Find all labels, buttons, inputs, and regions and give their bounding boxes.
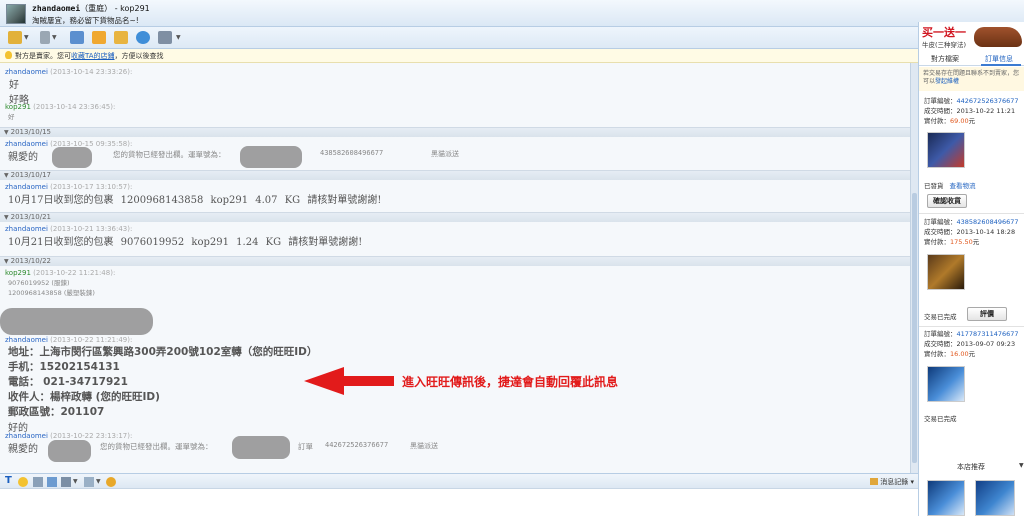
redacted-block <box>48 440 91 462</box>
microphone-icon[interactable] <box>40 31 50 44</box>
review-button[interactable]: 評價 <box>967 307 1007 321</box>
chevron-down-icon[interactable]: ▼ <box>24 34 29 41</box>
recommend-thumbnail[interactable] <box>975 480 1015 516</box>
message: zhandaomei (2013-10-17 13:10:57): 10月17日… <box>5 183 382 206</box>
redacted-block <box>240 146 302 168</box>
notice-bar: 對方是賣家。您可收藏TA的店鋪，方便以後查找 <box>0 49 918 63</box>
view-logistics-link[interactable]: 查看物流 <box>950 182 976 190</box>
order-info: 訂單編號：442672526376677 成交時間：2013-10-22 11:… <box>924 97 1019 125</box>
chat-history[interactable]: zhandaomei (2013-10-14 23:33:26): 好 好略 k… <box>0 63 910 473</box>
confirm-receipt-button[interactable]: 確認收貨 <box>927 194 967 208</box>
message: zhandaomei (2013-10-22 11:21:49): 地址：上海市… <box>5 336 318 434</box>
folder-icon[interactable] <box>8 31 22 44</box>
image-icon[interactable] <box>47 477 57 487</box>
date-separator[interactable]: ▼ 2013/10/15 <box>0 127 910 137</box>
screen-share-icon[interactable] <box>70 31 84 44</box>
redacted-block <box>0 308 153 335</box>
annotation-text: 進入旺旺傳訊後，捷達會自動回覆此訊息 <box>402 375 619 389</box>
input-toolbar: T ▼ ▼ 消息記錄 ▾ <box>0 473 918 489</box>
date-separator[interactable]: ▼ 2013/10/21 <box>0 212 910 222</box>
scrollbar-thumb[interactable] <box>912 193 917 463</box>
message: zhandaomei (2013-10-21 13:36:43): 10月21日… <box>5 225 363 248</box>
gift-icon[interactable] <box>106 477 116 487</box>
product-thumbnail[interactable] <box>927 366 965 402</box>
chevron-down-icon[interactable]: ▼ <box>52 34 57 41</box>
file-icon[interactable] <box>92 31 106 44</box>
order-info: 訂單編號：417787311476677 成交時間：2013-09-07 09:… <box>924 330 1019 358</box>
shoe-image <box>974 27 1022 47</box>
avatar[interactable] <box>6 4 26 24</box>
album-icon[interactable] <box>84 477 94 487</box>
globe-icon[interactable] <box>136 31 150 44</box>
message: zhandaomei (2013-10-14 23:33:26): 好 好略 <box>5 68 133 106</box>
font-icon[interactable]: T <box>5 475 15 486</box>
title-bar: zhandaomei（重庭） - kop291 淘賊屢宜，務必留下貨物品名~! <box>0 0 1024 27</box>
right-panel: 买一送一 牛皮(三种穿法) 對方檔案 訂單信息 若交易存在問題且聯系不到賣家，您… <box>918 22 1024 516</box>
shop-recommend-label: 本店推荐 <box>957 463 985 471</box>
order-info: 訂單編號：438582608496677 成交時間：2013-10-14 18:… <box>924 218 1019 246</box>
tab-profile[interactable]: 對方檔案 <box>931 54 959 64</box>
chat-toolbar: ▼ ▼ ▼ <box>0 27 918 49</box>
divider <box>919 213 1024 214</box>
product-thumbnail[interactable] <box>927 254 965 290</box>
window-title: zhandaomei（重庭） - kop291 <box>32 4 150 13</box>
signature: 淘賊屢宜，務必留下貨物品名~! <box>32 16 139 25</box>
chevron-down-icon[interactable]: ▼ <box>73 478 83 488</box>
dispute-link[interactable]: 發起維權 <box>935 78 959 85</box>
panel-tabs: 對方檔案 訂單信息 <box>919 50 1024 66</box>
recommend-thumbnail[interactable] <box>927 480 965 516</box>
message: kop291 (2013-10-14 23:36:45): 好 <box>5 103 116 121</box>
screenshot-icon[interactable] <box>33 477 43 487</box>
lightbulb-icon <box>5 51 12 59</box>
chevron-down-icon[interactable]: ▼ <box>176 34 181 41</box>
emoji-icon[interactable] <box>18 477 28 487</box>
shop-icon[interactable] <box>114 31 128 44</box>
chevron-down-icon[interactable]: ▼ <box>96 478 106 488</box>
message: kop291 (2013-10-22 11:21:48): 9076019952… <box>5 269 116 297</box>
order-status: 交易已完成 <box>924 313 957 321</box>
user-add-icon[interactable] <box>158 31 172 44</box>
product-thumbnail[interactable] <box>927 132 965 168</box>
date-separator[interactable]: ▼ 2013/10/22 <box>0 256 910 266</box>
redacted-block <box>232 436 290 459</box>
favorite-shop-link[interactable]: 收藏TA的店鋪 <box>71 52 115 60</box>
history-icon <box>870 478 879 485</box>
chat-scrollbar[interactable] <box>910 63 918 473</box>
order-status: 已發貨 查看物流 <box>924 182 976 190</box>
redacted-block <box>52 147 92 168</box>
order-status: 交易已完成 <box>924 415 957 423</box>
annotation-arrow <box>304 367 394 395</box>
dispute-hint: 若交易存在問題且聯系不到賣家，您可以發起維權 <box>919 67 1024 91</box>
scissors-icon[interactable] <box>61 477 71 487</box>
date-separator[interactable]: ▼ 2013/10/17 <box>0 170 910 180</box>
tab-order-info[interactable]: 訂單信息 <box>985 54 1013 64</box>
message-record-button[interactable]: 消息記錄 ▾ <box>870 477 914 487</box>
message-input[interactable] <box>0 489 918 516</box>
divider <box>919 326 1024 327</box>
chevron-down-icon[interactable]: ▼ <box>1019 462 1024 469</box>
tab-indicator <box>981 64 1021 66</box>
ad-banner[interactable]: 买一送一 牛皮(三种穿法) <box>919 22 1024 50</box>
